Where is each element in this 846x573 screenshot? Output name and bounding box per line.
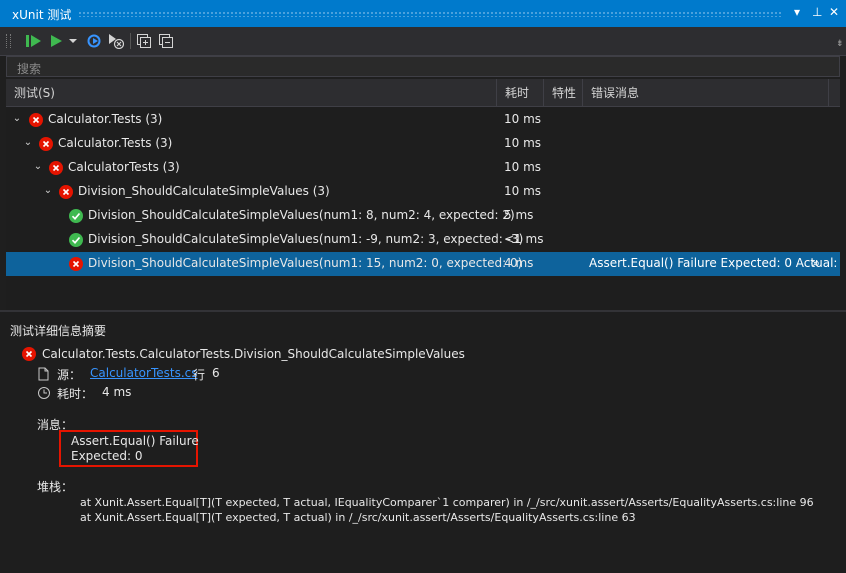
stack-frame-1: at Xunit.Assert.Equal[T](T expected, T a… <box>80 496 814 509</box>
column-filler <box>828 79 840 107</box>
source-label: 源： <box>57 368 82 382</box>
close-button[interactable]: ✕ <box>829 5 839 19</box>
chevron-down-icon[interactable]: ⌄ <box>22 137 34 149</box>
message-line-2: Expected: 0 <box>71 449 143 463</box>
toolbar-separator <box>130 33 131 49</box>
column-duration[interactable]: 耗时 <box>496 79 543 107</box>
line-label: 行 <box>193 368 206 382</box>
test-detail-pane: 测试详细信息摘要 Calculator.Tests.CalculatorTest… <box>0 312 846 573</box>
cancel-icon <box>109 34 124 49</box>
test-name: Division_ShouldCalculateSimpleValues(num… <box>88 232 524 246</box>
column-error[interactable]: 错误消息 <box>582 79 828 107</box>
test-name: Division_ShouldCalculateSimpleValues(num… <box>88 256 523 270</box>
line-number: 6 <box>212 366 220 380</box>
search-box[interactable]: 搜索 <box>6 56 840 77</box>
clock-icon <box>38 387 50 399</box>
test-duration: 10 ms <box>504 136 542 150</box>
refresh-button[interactable] <box>84 31 104 51</box>
test-duration: 10 ms <box>504 184 542 198</box>
passed-status-icon <box>69 209 83 223</box>
test-name: Calculator.Tests (3) <box>48 112 163 126</box>
failed-status-icon <box>22 347 36 361</box>
run-icon <box>51 35 62 47</box>
tree-row[interactable]: ⌄ Division_ShouldCalculateSimpleValues (… <box>6 180 840 204</box>
window-title: xUnit 测试 <box>12 8 72 22</box>
detail-test-name: Calculator.Tests.CalculatorTests.Divisio… <box>42 347 465 361</box>
tree-row[interactable]: Division_ShouldCalculateSimpleValues(num… <box>6 204 840 228</box>
source-file-link[interactable]: CalculatorTests.cs <box>90 366 197 380</box>
chevron-down-icon[interactable]: ⌄ <box>42 185 54 197</box>
cancel-button[interactable] <box>106 31 126 51</box>
stack-frame-2: at Xunit.Assert.Equal[T](T expected, T a… <box>80 511 636 524</box>
test-name: CalculatorTests (3) <box>68 160 180 174</box>
column-header: 测试(S) 耗时 特性 错误消息 <box>6 79 840 107</box>
test-name: Division_ShouldCalculateSimpleValues (3) <box>78 184 330 198</box>
toolbar-overflow-icon[interactable]: ⇟ <box>836 39 844 49</box>
column-traits[interactable]: 特性 <box>543 79 582 107</box>
failed-status-icon <box>49 161 63 175</box>
window-menu-button[interactable]: ▾ <box>794 5 800 19</box>
tree-row-selected[interactable]: Division_ShouldCalculateSimpleValues(num… <box>6 252 840 276</box>
collapse-all-button[interactable] <box>156 31 176 51</box>
drag-grip[interactable] <box>78 11 783 17</box>
test-duration: 10 ms <box>504 112 542 126</box>
failed-status-icon <box>69 257 83 271</box>
chevron-down-icon[interactable]: ⌄ <box>32 161 44 173</box>
collapse-all-icon <box>159 34 173 48</box>
tree-row[interactable]: ⌄ Calculator.Tests (3) 10 ms <box>6 108 840 132</box>
run-all-button[interactable] <box>22 31 44 51</box>
failed-status-icon <box>29 113 43 127</box>
detail-heading: 测试详细信息摘要 <box>10 324 107 338</box>
tree-row[interactable]: Division_ShouldCalculateSimpleValues(num… <box>6 228 840 252</box>
refresh-icon <box>87 34 101 48</box>
test-name: Calculator.Tests (3) <box>58 136 173 150</box>
search-placeholder: 搜索 <box>17 62 42 76</box>
run-button[interactable] <box>46 31 66 51</box>
test-tree: ⌄ Calculator.Tests (3) 10 ms ⌄ Calculato… <box>6 107 840 310</box>
tree-row[interactable]: ⌄ CalculatorTests (3) 10 ms <box>6 156 840 180</box>
window-titlebar: xUnit 测试 ▾ ⊥ ✕ <box>0 0 846 27</box>
test-duration: 5 ms <box>504 208 534 222</box>
failed-status-icon <box>59 185 73 199</box>
chevron-down-icon[interactable]: ⌄ <box>11 113 23 125</box>
pin-button[interactable]: ⊥ <box>812 5 822 19</box>
column-test[interactable]: 测试(S) <box>6 79 496 107</box>
run-all-icon <box>26 35 41 47</box>
run-dropdown-icon <box>69 39 77 43</box>
failed-status-icon <box>39 137 53 151</box>
file-icon <box>38 367 49 381</box>
test-duration: 4 ms <box>504 256 534 270</box>
tree-row[interactable]: ⌄ Calculator.Tests (3) 10 ms <box>6 132 840 156</box>
test-name: Division_ShouldCalculateSimpleValues(num… <box>88 208 515 222</box>
toolbar: ⇟ <box>0 27 846 56</box>
run-dropdown-button[interactable] <box>66 31 80 51</box>
duration-value: 4 ms <box>102 385 132 399</box>
toolbar-grip <box>6 34 11 48</box>
error-message: Assert.Equal() Failure Expected: 0 Actua… <box>589 256 838 270</box>
duration-label: 耗时： <box>57 387 94 401</box>
error-more-icon[interactable]: ∞ <box>810 256 820 270</box>
test-duration: <1 ms <box>504 232 544 246</box>
passed-status-icon <box>69 233 83 247</box>
message-line-1: Assert.Equal() Failure <box>71 434 199 448</box>
stack-label: 堆栈： <box>37 480 74 494</box>
test-duration: 10 ms <box>504 160 542 174</box>
expand-all-button[interactable] <box>134 31 154 51</box>
expand-all-icon <box>137 34 151 48</box>
